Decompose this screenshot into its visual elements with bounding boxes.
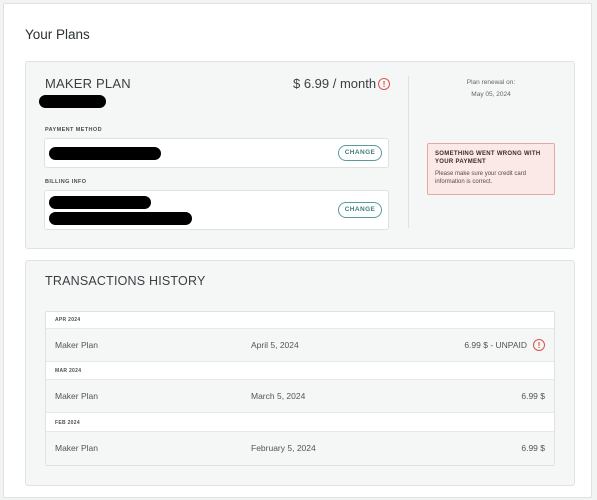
transaction-amount: 6.99 $ <box>521 391 545 401</box>
plan-panel: MAKER PLAN $ 6.99 / month ! PAYMENT METH… <box>25 61 575 249</box>
month-label: FEB 2024 <box>55 420 80 426</box>
exclamation-circle-icon: ! <box>533 339 545 351</box>
change-payment-method-button[interactable]: CHANGE <box>338 145 382 161</box>
redacted-billing-line-2 <box>49 212 192 225</box>
transaction-plan: Maker Plan <box>55 443 98 453</box>
redacted-billing-line-1 <box>49 196 151 209</box>
transaction-plan: Maker Plan <box>55 391 98 401</box>
month-header: FEB 2024 <box>46 415 554 432</box>
payment-error-alert: SOMETHING WENT WRONG WITH YOUR PAYMENT P… <box>427 143 555 195</box>
alert-message: Please make sure your credit card inform… <box>435 171 527 185</box>
billing-info-field: CHANGE <box>44 190 389 230</box>
plan-name: MAKER PLAN <box>45 76 131 91</box>
change-billing-info-button[interactable]: CHANGE <box>338 202 382 218</box>
month-header: MAR 2024 <box>46 363 554 380</box>
table-row[interactable]: Maker Plan February 5, 2024 6.99 $ <box>46 432 554 465</box>
billing-info-label: BILLING INFO <box>45 179 87 185</box>
renewal-label: Plan renewal on: <box>466 79 516 86</box>
exclamation-circle-icon: ! <box>378 78 390 90</box>
alert-title: SOMETHING WENT WRONG WITH YOUR PAYMENT <box>435 151 541 165</box>
redacted-payment-method <box>49 147 161 160</box>
renewal-date: May 05, 2024 <box>471 91 511 98</box>
page-title: Your Plans <box>25 27 90 42</box>
plan-price: $ 6.99 / month <box>293 76 377 91</box>
plans-card: Your Plans MAKER PLAN $ 6.99 / month ! P… <box>3 3 592 498</box>
month-header: APR 2024 <box>46 312 554 329</box>
transaction-plan: Maker Plan <box>55 340 98 350</box>
transaction-amount: 6.99 $ <box>521 443 545 453</box>
transaction-date: March 5, 2024 <box>251 391 306 401</box>
vertical-divider <box>408 76 409 228</box>
transactions-panel: TRANSACTIONS HISTORY APR 2024 Maker Plan… <box>25 260 575 486</box>
month-label: MAR 2024 <box>55 368 82 374</box>
payment-method-field: CHANGE <box>44 138 389 168</box>
transaction-amount: 6.99 $ - UNPAID <box>464 340 527 350</box>
transaction-date: February 5, 2024 <box>251 443 316 453</box>
month-label: APR 2024 <box>55 317 81 323</box>
redacted-plan-detail <box>39 95 106 108</box>
payment-method-label: PAYMENT METHOD <box>45 127 102 133</box>
transaction-date: April 5, 2024 <box>251 340 299 350</box>
transactions-title: TRANSACTIONS HISTORY <box>45 274 206 288</box>
table-row[interactable]: Maker Plan March 5, 2024 6.99 $ <box>46 380 554 413</box>
table-row[interactable]: Maker Plan April 5, 2024 6.99 $ - UNPAID… <box>46 329 554 362</box>
transactions-table: APR 2024 Maker Plan April 5, 2024 6.99 $… <box>45 311 555 466</box>
